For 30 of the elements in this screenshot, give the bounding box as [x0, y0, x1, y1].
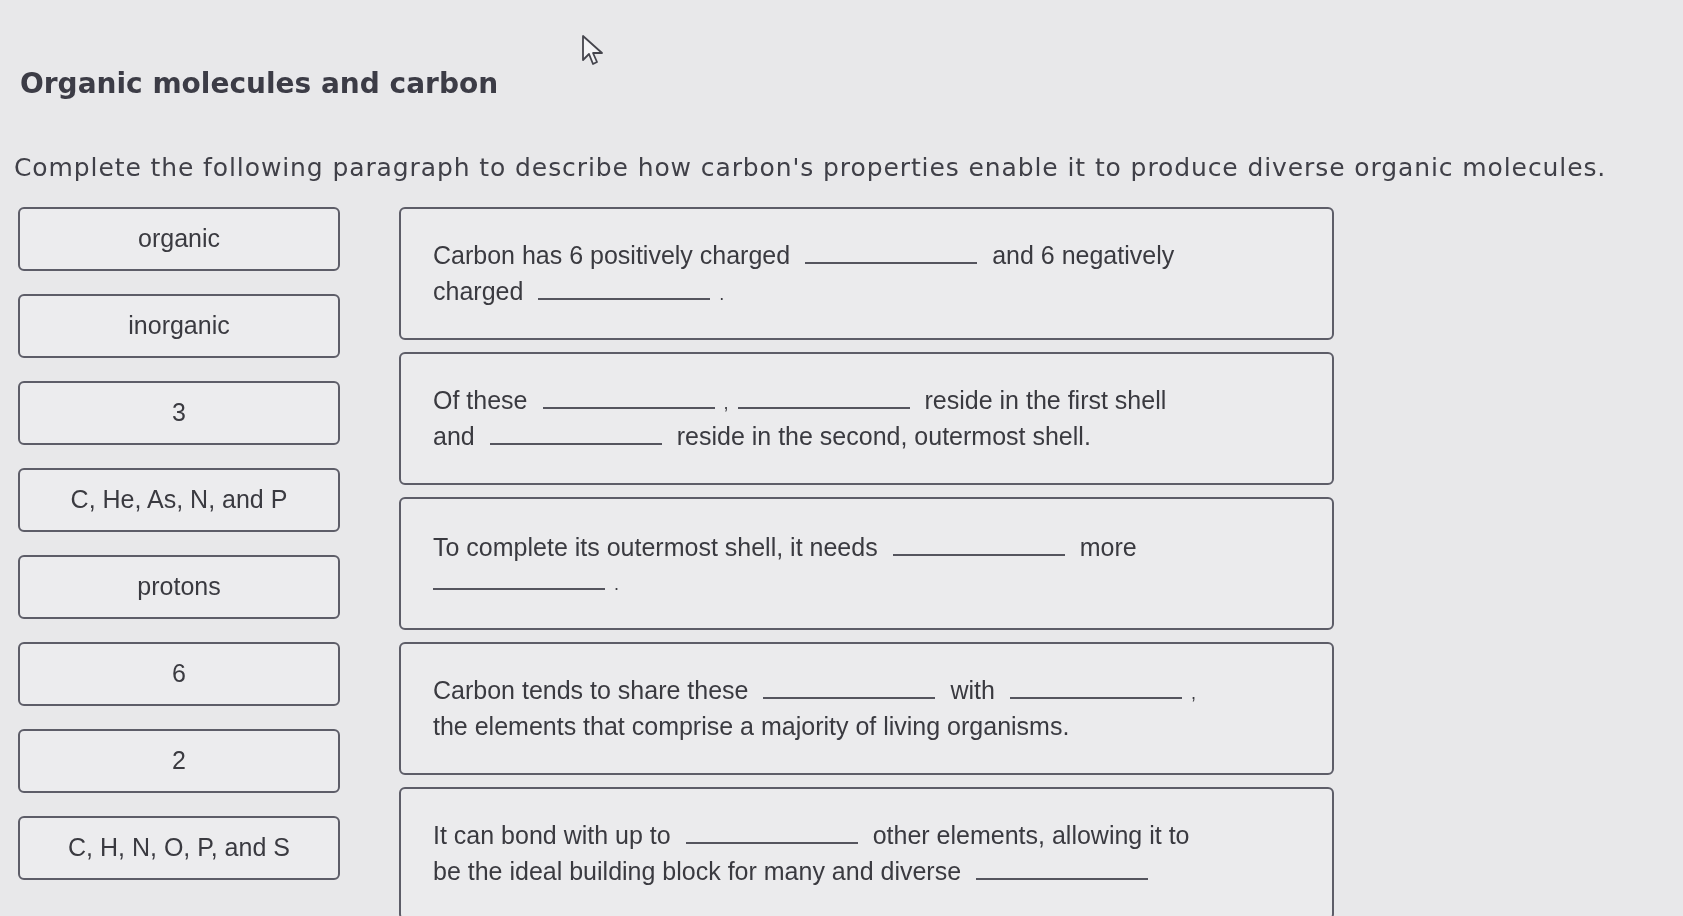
sentence-text: the elements that comprise a majority of living organisms.	[433, 711, 1070, 742]
page-title: Organic molecules and carbon	[20, 66, 499, 102]
sentence-text: with	[950, 675, 995, 706]
answer-choice[interactable]: C, He, As, N, and P	[18, 467, 340, 532]
answer-choice[interactable]: C, H, N, O, P, and S	[18, 815, 340, 880]
sentence-text: more	[1079, 531, 1137, 562]
answer-choice[interactable]: protons	[18, 554, 340, 619]
sentence-text: charged	[433, 276, 524, 307]
sentence-text: and 6 negatively	[992, 240, 1175, 271]
sentence-text: reside in the second, outermost shell.	[676, 421, 1091, 452]
sentence-text: Carbon tends to share these	[433, 675, 749, 706]
punctuation-text: ,	[723, 393, 729, 415]
punctuation-text: .	[614, 573, 619, 596]
punctuation-text: .	[719, 284, 725, 306]
sentence-text: reside in the first shell	[924, 385, 1167, 416]
answer-choice[interactable]: inorganic	[18, 293, 340, 358]
sentence-text: Carbon has 6 positively charged	[433, 240, 791, 271]
answer-choice[interactable]: organic	[18, 206, 340, 271]
mouse-pointer-icon	[581, 34, 605, 66]
sentence-text: be the ideal building block for many and diverse	[433, 856, 962, 887]
sentence-text: To complete its outermost shell, it needs	[433, 531, 878, 562]
answer-choice[interactable]: 2	[18, 728, 340, 793]
sentence-text: other elements, allowing it to	[872, 820, 1190, 851]
sentence-text: Of these	[433, 385, 528, 416]
instructions-text: Complete the following paragraph to describe how carbon's properties enable it to produce diverse organic molecules.	[14, 152, 1607, 185]
answer-choice[interactable]: 3	[18, 380, 340, 445]
punctuation-text: ,	[1190, 683, 1196, 705]
sentence-text: It can bond with up to	[433, 820, 671, 851]
sentence-text: and	[433, 421, 475, 452]
answer-choice[interactable]: 6	[18, 641, 340, 706]
